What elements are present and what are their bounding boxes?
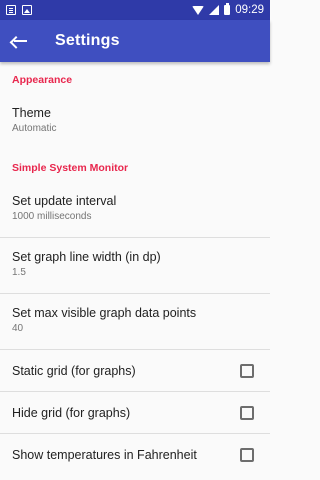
status-time: 09:29: [235, 4, 264, 16]
page-title: Settings: [55, 32, 120, 49]
hide-grid-checkbox[interactable]: [240, 405, 254, 420]
fahrenheit-checkbox[interactable]: [240, 448, 254, 462]
battery-icon: [224, 3, 231, 15]
app-toolbar: Settings: [0, 20, 270, 62]
pref-theme-summary: Automatic: [12, 123, 57, 134]
category-appearance: Appearance: [12, 74, 73, 86]
back-arrow-icon[interactable]: [12, 32, 30, 50]
status-right: 09:29: [192, 3, 264, 16]
pref-static-grid[interactable]: Static grid (for graphs): [0, 350, 270, 392]
pref-max-points-summary: 40: [12, 323, 24, 334]
pref-theme-title: Theme: [12, 106, 51, 120]
pref-line-width[interactable]: Set graph line width (in dp) 1.5: [0, 238, 270, 294]
pref-max-points-title: Set max visible graph data points: [12, 306, 197, 320]
pref-max-points[interactable]: Set max visible graph data points 40: [0, 294, 270, 350]
settings-list: Appearance Theme Automatic Simple System…: [0, 62, 270, 476]
status-bar: 09:29: [0, 0, 270, 20]
notification-icon: [6, 5, 16, 15]
pref-update-interval-summary: 1000 milliseconds: [12, 211, 92, 222]
static-grid-checkbox[interactable]: [240, 363, 254, 378]
pref-fahrenheit[interactable]: Show temperatures in Fahrenheit: [0, 434, 270, 476]
pref-hide-grid[interactable]: Hide grid (for graphs): [0, 392, 270, 434]
category-system-monitor: Simple System Monitor: [12, 162, 129, 174]
signal-icon: [209, 5, 220, 15]
pref-update-interval-title: Set update interval: [12, 194, 117, 208]
status-left: [6, 5, 32, 15]
pref-line-width-title: Set graph line width (in dp): [12, 250, 161, 264]
pref-update-interval[interactable]: Set update interval 1000 milliseconds: [0, 182, 270, 238]
pref-fahrenheit-title: Show temperatures in Fahrenheit: [12, 448, 197, 462]
pref-hide-grid-title: Hide grid (for graphs): [12, 405, 131, 420]
pref-theme[interactable]: Theme Automatic: [0, 94, 270, 150]
pref-static-grid-title: Static grid (for graphs): [12, 363, 136, 378]
pref-line-width-summary: 1.5: [12, 267, 26, 278]
image-notification-icon: [22, 5, 32, 15]
wifi-icon: [192, 5, 205, 15]
